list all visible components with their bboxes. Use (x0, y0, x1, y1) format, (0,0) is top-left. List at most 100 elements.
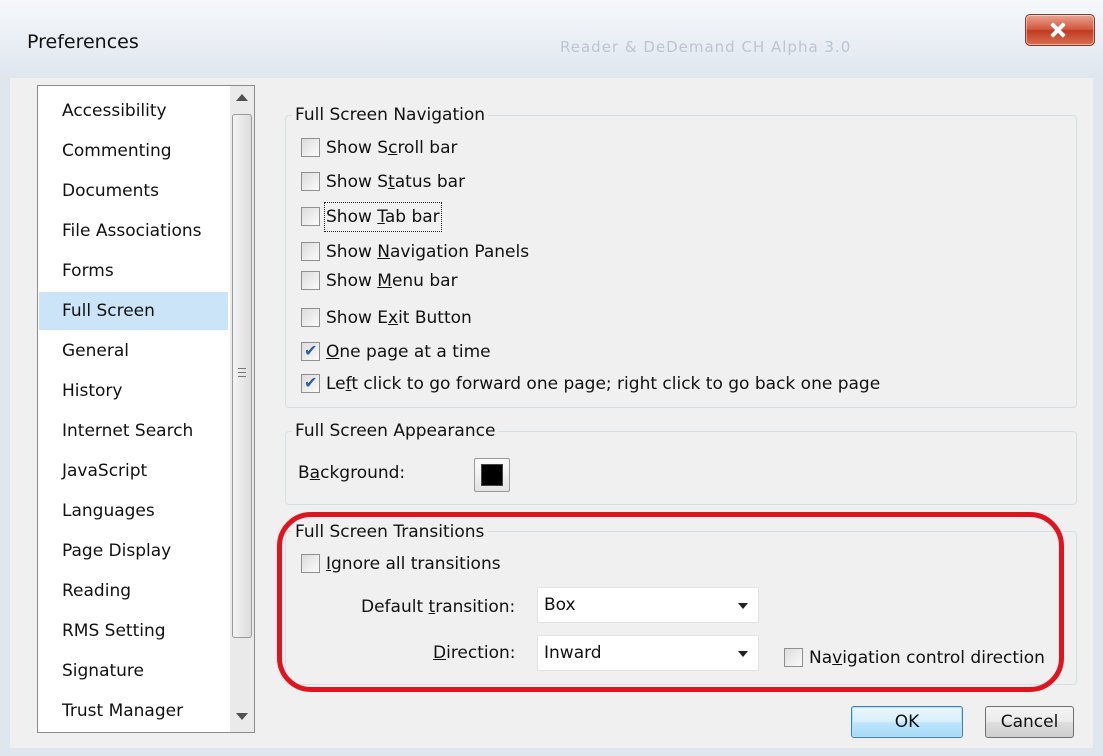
label-part: Show S (326, 172, 389, 192)
navigation-option-label: Show Exit Button (326, 305, 472, 331)
navigation-control-direction-option[interactable]: Navigation control direction (784, 645, 1045, 671)
dropdown-arrow-icon[interactable] (738, 603, 748, 609)
sidebar-item[interactable]: Reading (39, 572, 228, 610)
direction-label: Direction: (433, 643, 516, 663)
close-button[interactable] (1025, 14, 1095, 46)
default-transition-label: Default transition: (361, 597, 515, 617)
navigation-option-label: One page at a time (326, 339, 491, 365)
grip-line (238, 368, 246, 369)
label-part: Le (326, 374, 346, 394)
scroll-down-arrow-icon[interactable] (236, 713, 248, 720)
label-part: B (298, 463, 310, 483)
label-part: avigation Panels (390, 242, 530, 262)
sidebar-item[interactable]: Forms (39, 252, 228, 290)
sidebar-item[interactable]: Page Display (39, 532, 228, 570)
navigation-option[interactable]: One page at a time (301, 338, 491, 365)
scroll-up-arrow-icon[interactable] (236, 94, 248, 101)
sidebar-item[interactable]: General (39, 332, 228, 370)
ignore-transitions-label: Ignore all transitions (326, 551, 501, 577)
navigation-option-label: Show Menu bar (326, 268, 458, 294)
label-accesskey: M (377, 271, 392, 291)
label-part: Show (326, 207, 378, 227)
label-accesskey: N (377, 242, 390, 262)
navigation-option-label: Left click to go forward one page; right… (326, 371, 880, 397)
navigation-option[interactable]: Show Scroll bar (301, 135, 458, 161)
background-window-title: Reader & DeDemand CH Alpha 3.0 (560, 38, 852, 56)
label-part: it Button (398, 308, 472, 328)
navigation-legend: Full Screen Navigation (292, 104, 489, 126)
navigation-option-checkbox[interactable] (301, 171, 320, 191)
navigation-option[interactable]: Left click to go forward one page; right… (301, 370, 880, 397)
sidebar-item[interactable]: File Associations (39, 212, 228, 250)
navigation-option[interactable]: Show Tab bar (301, 202, 442, 232)
dropdown-arrow-icon[interactable] (738, 651, 748, 657)
navigation-option-checkbox[interactable] (301, 370, 320, 396)
navigation-option[interactable]: Show Status bar (301, 169, 465, 195)
category-scrollbar[interactable] (230, 86, 254, 732)
direction-select[interactable]: Inward (537, 635, 759, 671)
sidebar-item[interactable]: Full Screen (39, 292, 228, 330)
sidebar-item[interactable]: Internet Search (39, 412, 228, 450)
sidebar-item[interactable]: Signature (39, 652, 228, 690)
navigation-option[interactable]: Show Exit Button (301, 305, 472, 331)
appearance-legend: Full Screen Appearance (292, 420, 499, 442)
sidebar-item[interactable]: History (39, 372, 228, 410)
label-accesskey: t (388, 172, 395, 192)
label-part: igation control direction (842, 648, 1045, 668)
sidebar-item[interactable]: Documents (39, 172, 228, 210)
navigation-option-label: Show Status bar (326, 169, 465, 195)
ignore-transitions-checkbox[interactable] (301, 553, 320, 573)
navigation-option[interactable]: Show Navigation Panels (301, 239, 529, 265)
label-part: Default (361, 597, 429, 617)
window-title: Preferences (27, 31, 139, 53)
scroll-thumb[interactable] (232, 114, 252, 638)
category-list[interactable]: Accessibility Commenting Documents File Ass… (37, 85, 255, 733)
background-label: Background: (298, 463, 405, 483)
label-part: ckground: (320, 463, 406, 483)
window-border-left (0, 78, 10, 756)
ok-button[interactable]: OK (851, 706, 963, 738)
label-part: Show E (326, 308, 389, 328)
sidebar-item[interactable]: Accessibility (39, 92, 228, 130)
default-transition-select[interactable]: Box (537, 587, 759, 623)
sidebar-item[interactable]: RMS Setting (39, 612, 228, 650)
navigation-option-checkbox[interactable] (301, 241, 320, 261)
label-part: Show S (326, 138, 389, 158)
navigation-option-label: Show Navigation Panels (326, 239, 529, 265)
sidebar-item[interactable]: Trust Manager (39, 692, 228, 730)
label-accesskey: a (309, 463, 321, 483)
label-part: atus bar (394, 172, 466, 192)
label-part: enu bar (391, 271, 458, 291)
navigation-control-direction-checkbox[interactable] (784, 647, 803, 667)
label-part: irection: (446, 643, 516, 663)
label-part: Na (809, 648, 833, 668)
label-part: ne page at a time (339, 342, 491, 362)
navigation-option-label: Show Scroll bar (326, 135, 458, 161)
sidebar-item[interactable]: JavaScript (39, 452, 228, 490)
window-border-right (1093, 78, 1103, 756)
label-accesskey: D (433, 643, 447, 663)
label-part: roll bar (397, 138, 458, 158)
sidebar-item[interactable]: Commenting (39, 132, 228, 170)
navigation-option-checkbox[interactable] (301, 137, 320, 157)
grip-line (238, 372, 246, 373)
label-part: Show (326, 242, 378, 262)
navigation-option-checkbox[interactable] (301, 270, 320, 290)
navigation-option-checkbox[interactable] (301, 338, 320, 364)
sidebar-item[interactable]: Languages (39, 492, 228, 530)
grip-line (238, 376, 246, 377)
navigation-option-checkbox[interactable] (301, 307, 320, 327)
navigation-option-checkbox[interactable] (301, 206, 320, 226)
transitions-legend: Full Screen Transitions (292, 521, 488, 543)
title-bar: Preferences Reader & DeDemand CH Alpha 3… (0, 0, 1103, 78)
label-accesskey: x (388, 308, 399, 328)
cancel-button[interactable]: Cancel (985, 706, 1074, 738)
window-border-bottom (0, 748, 1103, 756)
background-color-button[interactable] (474, 458, 510, 492)
default-transition-value: Box (544, 595, 576, 615)
label-part: t click to go forward one page; right cl… (351, 374, 881, 394)
navigation-option[interactable]: Show Menu bar (301, 268, 458, 294)
label-part: gnore all transitions (331, 554, 501, 574)
label-accesskey: T (377, 207, 385, 227)
ignore-transitions-option[interactable]: Ignore all transitions (301, 551, 501, 577)
